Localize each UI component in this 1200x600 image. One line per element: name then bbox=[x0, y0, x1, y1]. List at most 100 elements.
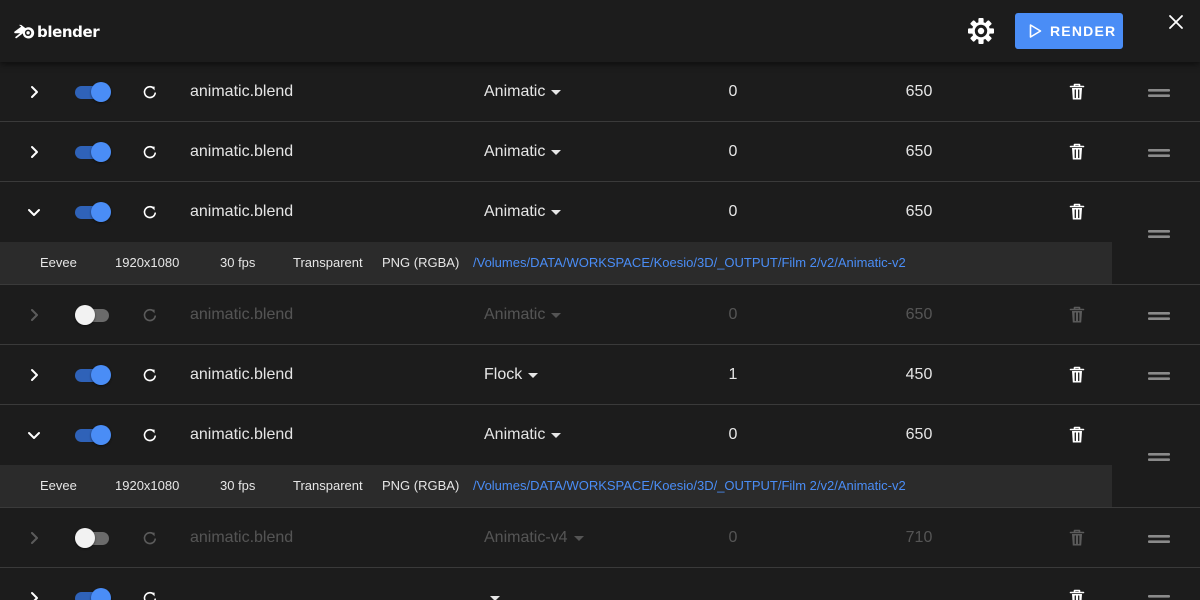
preset-select[interactable]: Animatic bbox=[484, 202, 562, 222]
trash-icon bbox=[1069, 366, 1085, 383]
blend-file-name: animatic.blend bbox=[190, 529, 294, 546]
refresh-icon bbox=[143, 591, 156, 600]
delete-button[interactable] bbox=[1068, 82, 1086, 102]
output-path-link[interactable]: /Volumes/DATA/WORKSPACE/Koesio/3D/_OUTPU… bbox=[473, 465, 906, 507]
delete-button[interactable] bbox=[1068, 588, 1086, 600]
frame-end: 650 bbox=[905, 306, 933, 323]
drag-handle[interactable] bbox=[1148, 309, 1170, 321]
refresh-icon bbox=[143, 205, 156, 219]
toggle-knob bbox=[91, 588, 111, 600]
app-header: blender RENDER bbox=[0, 0, 1200, 62]
drag-handle-icon bbox=[1148, 312, 1170, 320]
preset-value: Animatic bbox=[484, 426, 546, 443]
reload-button[interactable] bbox=[141, 143, 159, 161]
film-alpha: Transparent bbox=[293, 478, 363, 493]
caret-down-icon bbox=[490, 595, 500, 600]
trash-icon bbox=[1069, 426, 1085, 443]
preset-select[interactable]: Flock bbox=[484, 365, 539, 385]
chevron-down-icon bbox=[28, 209, 40, 216]
preset-select[interactable]: Animatic bbox=[484, 82, 562, 102]
drag-handle-icon bbox=[1148, 149, 1170, 157]
frame-end: 650 bbox=[905, 203, 933, 220]
expand-toggle[interactable] bbox=[24, 588, 44, 600]
job-details-panel: Eevee 1920x1080 30 fps Transparent PNG (… bbox=[0, 242, 1112, 284]
drag-handle[interactable] bbox=[1148, 450, 1170, 462]
preset-select[interactable] bbox=[484, 588, 500, 600]
enable-toggle[interactable] bbox=[75, 528, 111, 548]
frame-start: 0 bbox=[728, 83, 738, 100]
delete-button[interactable] bbox=[1068, 305, 1086, 325]
delete-button[interactable] bbox=[1068, 528, 1086, 548]
reload-button[interactable] bbox=[141, 203, 159, 221]
preset-value: Animatic bbox=[484, 83, 546, 100]
preset-select[interactable]: Animatic bbox=[484, 305, 562, 325]
trash-icon bbox=[1069, 203, 1085, 220]
drag-handle[interactable] bbox=[1148, 146, 1170, 158]
render-button[interactable]: RENDER bbox=[1015, 13, 1123, 49]
expand-toggle[interactable] bbox=[24, 202, 44, 222]
expand-toggle[interactable] bbox=[24, 528, 44, 548]
render-job-row: animatic.blend Animatic 0 650 Eevee 1920… bbox=[0, 405, 1200, 508]
enable-toggle[interactable] bbox=[75, 305, 111, 325]
reload-button[interactable] bbox=[141, 83, 159, 101]
reload-button[interactable] bbox=[141, 529, 159, 547]
render-engine: Eevee bbox=[40, 478, 77, 493]
refresh-icon bbox=[143, 145, 156, 159]
expand-toggle[interactable] bbox=[24, 365, 44, 385]
render-label: RENDER bbox=[1050, 23, 1117, 39]
enable-toggle[interactable] bbox=[75, 365, 111, 385]
frame-start bbox=[700, 588, 766, 600]
caret-down-icon bbox=[551, 209, 562, 215]
frame-start: 0 bbox=[728, 426, 738, 443]
delete-button[interactable] bbox=[1068, 365, 1086, 385]
drag-handle[interactable] bbox=[1148, 369, 1170, 381]
drag-handle[interactable] bbox=[1148, 532, 1170, 544]
expand-toggle[interactable] bbox=[24, 82, 44, 102]
trash-icon bbox=[1069, 306, 1085, 323]
film-alpha: Transparent bbox=[293, 255, 363, 270]
frame-start: 1 bbox=[728, 366, 738, 383]
preset-value: Animatic bbox=[484, 143, 546, 160]
drag-handle-icon bbox=[1148, 595, 1170, 598]
frame-end: 710 bbox=[905, 529, 933, 546]
render-job-row: animatic.blend Animatic 0 650 bbox=[0, 62, 1200, 122]
enable-toggle[interactable] bbox=[75, 202, 111, 222]
drag-handle[interactable] bbox=[1148, 86, 1170, 98]
preset-select[interactable]: Animatic bbox=[484, 425, 562, 445]
caret-down-icon bbox=[551, 432, 562, 438]
reload-button[interactable] bbox=[141, 366, 159, 384]
enable-toggle[interactable] bbox=[75, 425, 111, 445]
reload-button[interactable] bbox=[141, 426, 159, 444]
settings-button[interactable] bbox=[966, 16, 996, 46]
chevron-right-icon bbox=[31, 592, 38, 600]
enable-toggle[interactable] bbox=[75, 588, 111, 600]
render-engine: Eevee bbox=[40, 255, 77, 270]
preset-select[interactable]: Animatic-v4 bbox=[484, 528, 584, 548]
render-job-row: animatic.blend Animatic 0 650 bbox=[0, 285, 1200, 345]
frame-start: 0 bbox=[728, 203, 738, 220]
trash-icon bbox=[1069, 529, 1085, 546]
refresh-icon bbox=[143, 428, 156, 442]
trash-icon bbox=[1069, 83, 1085, 100]
drag-handle-icon bbox=[1148, 230, 1170, 238]
preset-value: Animatic-v4 bbox=[484, 529, 568, 546]
drag-handle[interactable] bbox=[1148, 592, 1170, 600]
resolution: 1920x1080 bbox=[115, 478, 180, 493]
enable-toggle[interactable] bbox=[75, 142, 111, 162]
caret-down-icon bbox=[551, 89, 562, 95]
delete-button[interactable] bbox=[1068, 142, 1086, 162]
chevron-right-icon bbox=[31, 86, 38, 98]
expand-toggle[interactable] bbox=[24, 142, 44, 162]
expand-toggle[interactable] bbox=[24, 305, 44, 325]
output-path-link[interactable]: /Volumes/DATA/WORKSPACE/Koesio/3D/_OUTPU… bbox=[473, 242, 906, 284]
drag-handle[interactable] bbox=[1148, 227, 1170, 239]
delete-button[interactable] bbox=[1068, 425, 1086, 445]
reload-button[interactable] bbox=[141, 589, 159, 600]
preset-value: Flock bbox=[484, 366, 523, 383]
close-button[interactable] bbox=[1166, 12, 1186, 32]
preset-select[interactable]: Animatic bbox=[484, 142, 562, 162]
reload-button[interactable] bbox=[141, 306, 159, 324]
enable-toggle[interactable] bbox=[75, 82, 111, 102]
delete-button[interactable] bbox=[1068, 202, 1086, 222]
expand-toggle[interactable] bbox=[24, 425, 44, 445]
